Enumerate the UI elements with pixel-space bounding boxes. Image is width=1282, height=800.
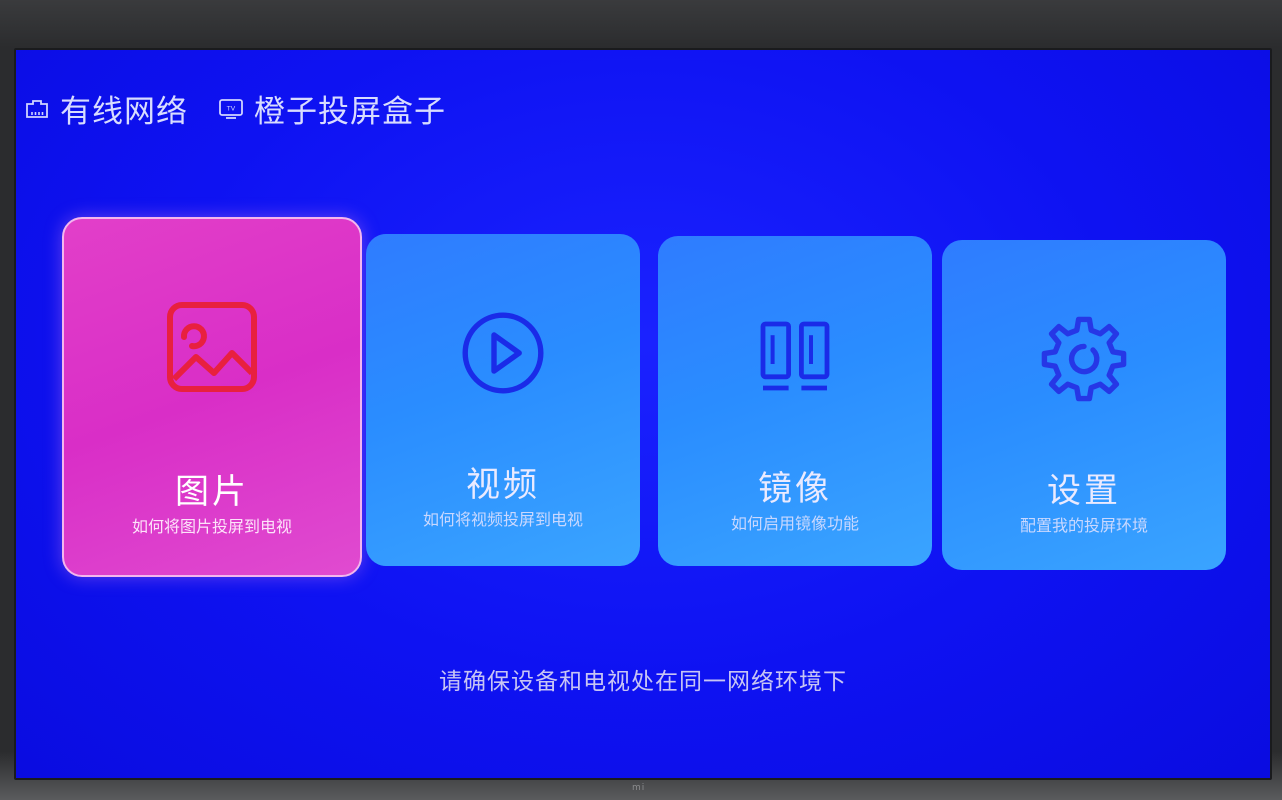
- video-card-subtitle: 如何将视频投屏到电视: [422, 510, 583, 529]
- photos-card[interactable]: 图片 如何将图片投屏到电视: [62, 217, 362, 577]
- mirror-card-subtitle: 如何启用镜像功能: [730, 514, 859, 533]
- settings-card[interactable]: 设置 配置我的投屏环境: [942, 240, 1226, 570]
- video-card-title: 视频: [466, 465, 540, 505]
- photos-card-subtitle: 如何将图片投屏到电视: [131, 517, 292, 536]
- mirror-icon: [760, 321, 830, 391]
- network-hint: 请确保设备和电视处在同一网络环境下: [439, 669, 847, 695]
- mirror-card-title: 镜像: [758, 469, 832, 509]
- gear-icon: [1041, 316, 1127, 402]
- play-icon: [462, 312, 544, 394]
- tv-screen: 有线网络 TV 橙子投屏盒子 图片 如何将图片投屏到电视 视频 如何将视频投屏到…: [14, 48, 1272, 780]
- image-icon: [167, 302, 257, 392]
- settings-card-subtitle: 配置我的投屏环境: [1019, 516, 1148, 535]
- mirror-card[interactable]: 镜像 如何启用镜像功能: [658, 236, 932, 566]
- photos-card-title: 图片: [175, 472, 249, 512]
- video-card[interactable]: 视频 如何将视频投屏到电视: [366, 234, 640, 566]
- settings-card-title: 设置: [1047, 471, 1121, 511]
- bezel-logo: mi: [632, 783, 646, 793]
